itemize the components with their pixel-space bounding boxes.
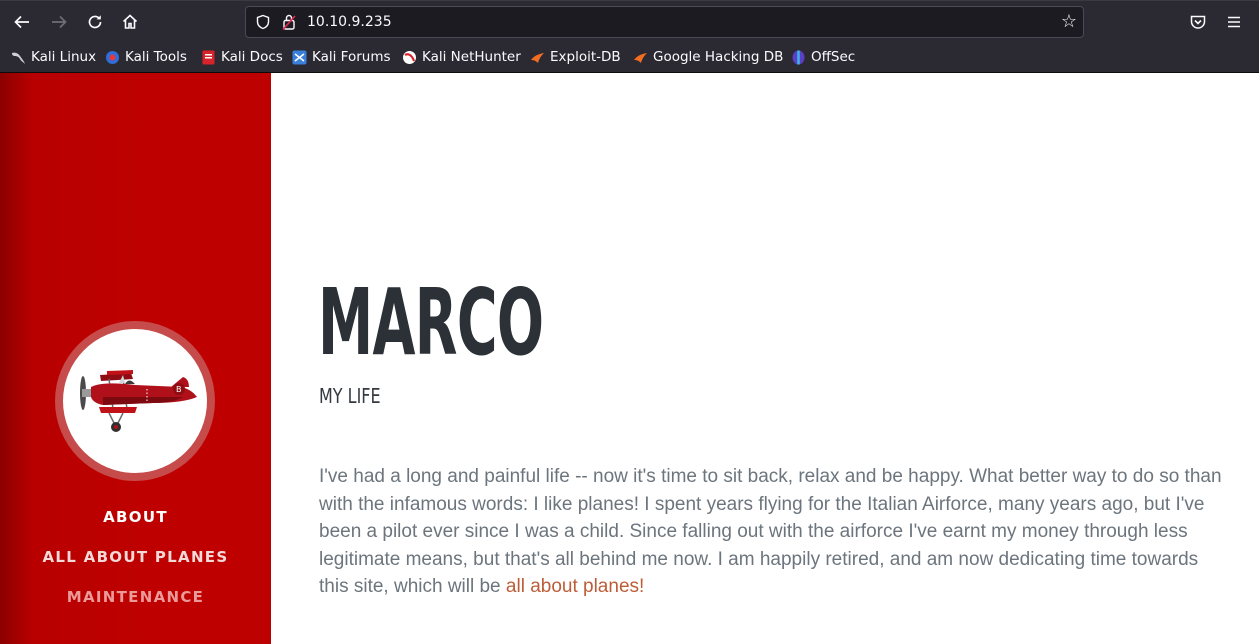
- nav-about[interactable]: About: [0, 508, 271, 526]
- bookmark-kali-linux[interactable]: Kali Linux: [11, 48, 96, 66]
- profile-image: B: [63, 329, 207, 473]
- url-text[interactable]: 10.10.9.235: [307, 14, 392, 30]
- bookmark-kali-nethunter[interactable]: Kali NetHunter: [402, 48, 521, 66]
- exploit-db-icon: [531, 52, 544, 63]
- back-button[interactable]: [10, 10, 34, 34]
- reload-icon: [88, 15, 102, 29]
- about-paragraph-text: I've had a long and painful life -- now …: [319, 466, 1222, 598]
- back-arrow-icon: [14, 15, 29, 29]
- about-paragraph: I've had a long and painful life -- now …: [319, 463, 1224, 601]
- kali-nethunter-icon: [403, 50, 416, 64]
- main-content: MARCO MY LIFE I've had a long and painfu…: [271, 73, 1259, 644]
- reload-button[interactable]: [83, 10, 107, 34]
- kali-dragon-icon: [12, 52, 25, 64]
- app-menu-button[interactable]: [1222, 10, 1246, 34]
- address-bar[interactable]: 10.10.9.235 ☆: [245, 6, 1084, 38]
- kali-tools-icon: [106, 50, 119, 64]
- svg-text:B: B: [176, 385, 182, 394]
- sidebar: B About All About Planes Maintenance: [0, 73, 271, 644]
- nav-all-about-planes[interactable]: All About Planes: [0, 548, 271, 566]
- bookmark-offsec[interactable]: OffSec: [791, 48, 855, 66]
- bookmarks-toolbar: Kali Linux Kali Tools Kali Docs Kali For…: [0, 42, 1259, 73]
- bookmark-kali-docs[interactable]: Kali Docs: [201, 48, 283, 66]
- home-button[interactable]: [118, 10, 142, 34]
- bookmark-google-hacking-db[interactable]: Google Hacking DB: [633, 48, 783, 66]
- ghdb-icon: [634, 52, 647, 63]
- bookmark-kali-forums[interactable]: Kali Forums: [292, 48, 391, 66]
- hamburger-menu-icon: [1228, 16, 1240, 28]
- biplane-icon: B: [80, 370, 197, 432]
- profile-image-ring: B: [55, 321, 215, 481]
- browser-toolbar: 10.10.9.235 ☆: [0, 0, 1259, 42]
- bookmark-kali-tools[interactable]: Kali Tools: [105, 48, 187, 66]
- page-subtitle: MY LIFE: [319, 384, 381, 408]
- pocket-icon: [1190, 15, 1206, 29]
- page-title: MARCO: [318, 269, 544, 376]
- kali-docs-icon: [202, 50, 215, 64]
- bookmark-star-icon[interactable]: ☆: [1061, 11, 1077, 33]
- bookmark-exploit-db[interactable]: Exploit-DB: [530, 48, 621, 66]
- kali-forums-icon: [292, 50, 307, 64]
- home-icon: [122, 14, 138, 29]
- forward-arrow-icon: [52, 15, 67, 29]
- insecure-lock-icon[interactable]: [282, 13, 296, 31]
- pocket-button[interactable]: [1186, 10, 1210, 34]
- forward-button[interactable]: [47, 10, 71, 34]
- nav-maintenance[interactable]: Maintenance: [0, 588, 271, 606]
- shield-icon[interactable]: [255, 14, 271, 30]
- offsec-icon: [792, 50, 805, 64]
- all-about-planes-link[interactable]: all about planes!: [506, 576, 644, 597]
